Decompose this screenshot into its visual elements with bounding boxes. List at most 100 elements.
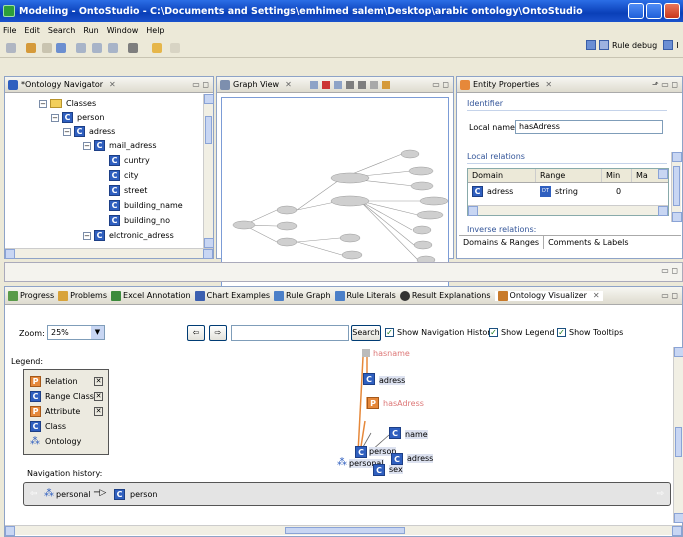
table-row[interactable]: C adress DT string 0: [468, 184, 668, 198]
scroll-thumb[interactable]: [675, 427, 682, 457]
tab-rule-literals[interactable]: Rule Literals: [334, 290, 396, 301]
tab-rule-graph[interactable]: Rule Graph: [274, 290, 331, 301]
minimize-maximize-icon[interactable]: ⬏ ▭ ◻: [652, 80, 678, 89]
scroll-down-icon[interactable]: [672, 212, 682, 222]
pencil-icon[interactable]: [381, 80, 390, 89]
collapse-icon[interactable]: −: [83, 231, 91, 240]
node-hasname[interactable]: hasname: [373, 349, 410, 358]
checkbox-checked-icon[interactable]: ✓: [489, 328, 498, 337]
navigator-vertical-scrollbar[interactable]: [203, 94, 214, 248]
tab-chart-examples[interactable]: Chart Examples: [194, 290, 270, 301]
search-input[interactable]: [231, 325, 349, 341]
tree-item-elctronic-adress[interactable]: − C elctronic_adress: [83, 229, 174, 242]
new-class-icon[interactable]: [56, 43, 66, 53]
tree-item-building-name[interactable]: C building_name: [109, 199, 183, 212]
local-name-field[interactable]: hasAdress: [515, 120, 663, 134]
scroll-left-icon[interactable]: [5, 249, 15, 259]
collapse-icon[interactable]: −: [63, 127, 71, 136]
scroll-right-icon[interactable]: [203, 249, 213, 259]
scroll-left-icon[interactable]: [5, 526, 15, 536]
scroll-thumb[interactable]: [285, 527, 405, 534]
save-icon[interactable]: [76, 43, 86, 53]
scroll-right-icon[interactable]: [658, 206, 668, 216]
menu-file[interactable]: File: [3, 26, 16, 35]
tab-progress[interactable]: Progress: [8, 290, 54, 301]
search-button[interactable]: Search: [351, 325, 381, 341]
checkbox-checked-icon[interactable]: ✓: [385, 328, 394, 337]
tab-domains-ranges[interactable]: Domains & Ranges: [459, 236, 545, 249]
tree-item-classes[interactable]: − Classes: [39, 97, 96, 110]
maximize-button[interactable]: [646, 3, 662, 19]
close-icon[interactable]: ✕: [285, 80, 292, 89]
class-node-icon[interactable]: C: [363, 373, 375, 385]
entity-properties-tab[interactable]: Entity Properties: [473, 80, 539, 89]
show-navigation-history-option[interactable]: ✓ Show Navigation History: [385, 328, 495, 337]
minimize-button[interactable]: [628, 3, 644, 19]
tree-item-mail-adress[interactable]: − C mail_adress: [83, 139, 157, 152]
collapse-icon[interactable]: −: [39, 99, 47, 108]
dropdown-icon[interactable]: [42, 43, 52, 53]
run-icon[interactable]: [128, 43, 138, 53]
back-icon[interactable]: [152, 43, 162, 53]
tree-item-adress[interactable]: − C adress: [63, 125, 115, 138]
tree-item-person[interactable]: − C person: [51, 111, 104, 124]
close-icon[interactable]: ✕: [109, 80, 116, 89]
visualizer-vertical-scrollbar[interactable]: [673, 347, 683, 523]
class-node-icon[interactable]: C: [389, 427, 401, 439]
navigator-tab[interactable]: *Ontology Navigator: [21, 80, 103, 89]
visualizer-horizontal-scrollbar[interactable]: [5, 525, 682, 536]
restore-icon[interactable]: ▭ ◻: [661, 266, 678, 275]
menu-window[interactable]: Window: [107, 26, 139, 35]
column-range[interactable]: Range: [536, 169, 602, 182]
legend-toggle-relation[interactable]: ✕: [94, 377, 103, 386]
class-node-icon[interactable]: C: [373, 464, 385, 476]
export-icon[interactable]: [333, 80, 342, 89]
node-sex[interactable]: sex: [389, 465, 403, 474]
zoom-in-icon[interactable]: [345, 80, 354, 89]
column-max[interactable]: Ma: [632, 169, 654, 182]
node-adress-2[interactable]: adress: [407, 454, 434, 463]
save-all-icon[interactable]: [92, 43, 102, 53]
new-icon[interactable]: [6, 43, 16, 53]
pdf-icon[interactable]: [321, 80, 330, 89]
navigator-horizontal-scrollbar[interactable]: [5, 248, 213, 259]
chevron-down-icon[interactable]: ▼: [91, 326, 104, 339]
scroll-thumb[interactable]: [673, 166, 680, 206]
arrow-left-icon[interactable]: ⇦: [30, 489, 38, 499]
zoom-select[interactable]: 25% ▼: [47, 325, 105, 340]
show-tooltips-option[interactable]: ✓ Show Tooltips: [557, 328, 623, 337]
node-name[interactable]: name: [405, 430, 428, 439]
column-domain[interactable]: Domain: [468, 169, 536, 182]
class-node-icon[interactable]: C: [391, 453, 403, 465]
node-hasadress[interactable]: hasAdress: [383, 399, 424, 408]
scroll-thumb[interactable]: [205, 116, 212, 144]
checkbox-checked-icon[interactable]: ✓: [557, 328, 566, 337]
perspective-rule-debug[interactable]: Rule debug I: [586, 40, 679, 50]
node-adress[interactable]: adress: [379, 376, 406, 385]
tree-item-street[interactable]: C street: [109, 184, 147, 197]
home-icon[interactable]: [369, 80, 378, 89]
class-node-icon[interactable]: C: [355, 446, 367, 458]
menu-search[interactable]: Search: [48, 26, 75, 35]
close-button[interactable]: [664, 3, 680, 19]
show-legend-option[interactable]: ✓ Show Legend: [489, 328, 555, 337]
column-min[interactable]: Min: [602, 169, 632, 182]
menu-run[interactable]: Run: [83, 26, 98, 35]
minimize-maximize-icon[interactable]: ▭ ◻: [432, 80, 449, 89]
tab-excel-annotation[interactable]: Excel Annotation: [111, 290, 191, 301]
zoom-out-icon[interactable]: [357, 80, 366, 89]
history-item-personal[interactable]: personal: [56, 490, 91, 499]
scroll-up-icon[interactable]: [672, 152, 682, 162]
tree-item-building-no[interactable]: C building_no: [109, 214, 170, 227]
legend-toggle-range-class[interactable]: ✕: [94, 392, 103, 401]
tab-comments-labels[interactable]: Comments & Labels: [544, 236, 632, 249]
legend-toggle-attribute[interactable]: ✕: [94, 407, 103, 416]
scroll-left-icon[interactable]: [468, 206, 478, 216]
history-item-person[interactable]: person: [130, 490, 157, 499]
tab-problems[interactable]: Problems: [58, 290, 107, 301]
close-icon[interactable]: ✕: [545, 80, 552, 89]
scroll-up-icon[interactable]: [204, 94, 214, 104]
print-icon[interactable]: [108, 43, 118, 53]
menu-edit[interactable]: Edit: [24, 26, 40, 35]
tab-result-explanations[interactable]: Result Explanations: [399, 290, 491, 301]
